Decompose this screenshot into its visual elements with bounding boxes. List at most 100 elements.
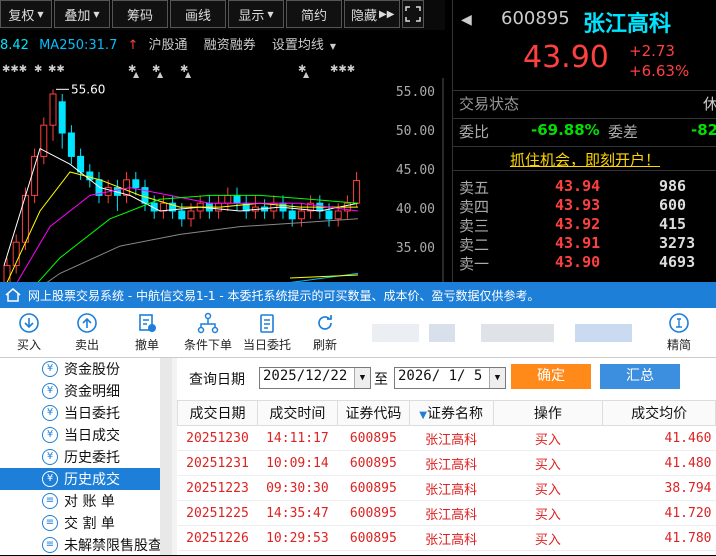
home-icon[interactable] <box>4 287 22 303</box>
draw-line-button[interactable]: 画线 <box>170 0 226 28</box>
column-header[interactable]: 证券代码 <box>336 400 410 426</box>
column-header[interactable]: 成交时间 <box>256 400 338 426</box>
sidebar-item[interactable]: ≡ 对 账 单 <box>0 490 171 512</box>
chevron-down-icon[interactable]: ▼ <box>489 368 505 388</box>
list-icon: ≡ <box>42 515 58 531</box>
yuan-icon: ¥ <box>42 471 58 487</box>
orderbook-level-label: 卖一 <box>459 255 490 273</box>
query-bar: 查询日期 2025/12/22 ▼ 至 2026/ 1/ 5 ▼ 确定 汇总 <box>177 358 716 400</box>
orderbook-price: 43.93 <box>555 196 601 214</box>
yuan-icon: ¥ <box>42 383 58 399</box>
sidebar-item[interactable]: ¥ 当日成交 <box>0 424 171 446</box>
sidebar-item[interactable]: ≡ 未解禁限售股查 <box>0 534 171 556</box>
buy-button[interactable]: 买入 <box>2 312 56 353</box>
table-cell: 张江高科 <box>409 525 494 551</box>
summary-button[interactable]: 汇总 <box>600 364 680 389</box>
cancel-order-button[interactable]: 撤单 <box>120 312 174 353</box>
trade-toolbar: 买入 卖出 撤单 条件下单 当日委托 刷新 精简 <box>0 308 716 358</box>
high-price-marker: 55.60 <box>71 82 105 96</box>
chips-button[interactable]: 筹码 <box>112 0 168 28</box>
refresh-icon <box>318 315 332 330</box>
column-header[interactable]: 成交均价 <box>602 400 716 426</box>
hide-button[interactable]: 隐藏 ▶▶ <box>344 0 400 28</box>
date-to-input[interactable]: 2026/ 1/ 5 ▼ <box>394 367 506 389</box>
display-button[interactable]: 显示 ▼ <box>228 0 284 28</box>
column-header[interactable]: 操作 <box>492 400 604 426</box>
overlay-button[interactable]: 叠加 ▼ <box>54 0 110 28</box>
sidebar-item[interactable]: ¥ 当日委托 <box>0 402 171 424</box>
ad-link[interactable]: 抓住机会，即刻开户！ <box>510 151 660 169</box>
buy-icon <box>19 313 39 333</box>
table-cell: 09:30:30 <box>257 475 338 501</box>
confirm-button[interactable]: 确定 <box>511 364 591 389</box>
column-header[interactable]: 成交日期 <box>177 400 258 426</box>
orderbook-level-label: 卖四 <box>459 198 490 216</box>
candlestick-chart[interactable]: 55.60 <box>0 78 445 282</box>
fuquan-button[interactable]: 复权 ▼ <box>0 0 52 28</box>
table-row[interactable]: 20251230 14:11:17 600895 张江高科 买入 41.460 <box>177 425 716 451</box>
price-tick-35: 35.00 <box>395 241 435 256</box>
prev-stock-icon[interactable]: ◀ <box>461 12 472 28</box>
table-row[interactable]: 20251223 09:30:30 600895 张江高科 买入 38.794 <box>177 475 716 501</box>
sidebar-item[interactable]: ¥ 历史委托 <box>0 446 171 468</box>
orderbook-level-label: 卖五 <box>459 179 490 197</box>
table-cell: 20251226 <box>177 525 258 551</box>
orderbook-level-label: 卖二 <box>459 236 490 254</box>
orderbook-volume: 3273 <box>659 234 696 252</box>
date-to-label: 至 <box>374 372 388 388</box>
table-cell: 41.720 <box>602 500 716 526</box>
orderbook-row[interactable]: 卖二 43.91 3273 <box>459 234 715 254</box>
list-icon: ≡ <box>42 537 58 553</box>
ma-indicator-line: 8.42 MA250:31.7 ↑ 沪股通 融资融券 设置均线 ▼ <box>0 34 348 56</box>
simple-button[interactable]: 简约 <box>286 0 342 28</box>
sidebar-item[interactable]: ≡ 交 割 单 <box>0 512 171 534</box>
trade-sidebar: ¥ 资金股份 ¥ 资金明细 ¥ 当日委托 ¥ 当日成交 ¥ 历史委托 ¥ 历史成交 ≡ 对 账 单 ≡ 交 割… <box>0 358 172 555</box>
kline-chart-area[interactable]: 复权 ▼ 叠加 ▼ 筹码 画线 显示 ▼ 简约 隐藏 ▶▶ 8.42 MA250:31.… <box>0 0 445 282</box>
date-from-input[interactable]: 2025/12/22 ▼ <box>259 367 371 389</box>
orderbook-row[interactable]: 卖四 43.93 600 <box>459 196 715 216</box>
orderbook-row[interactable]: 卖五 43.94 986 <box>459 177 715 197</box>
conditional-order-button[interactable]: 条件下单 <box>180 312 236 353</box>
svg-text:▲: ▲ <box>133 70 140 78</box>
price-change-pct: +6.63% <box>629 62 690 80</box>
trades-table: 成交日期 成交时间 证券代码 ▼证券名称 操作 成交均价 20251230 14:11:17… <box>177 400 716 551</box>
svg-text:✱✱✱: ✱✱✱ <box>2 64 27 75</box>
sidebar-item[interactable]: ¥ 历史成交 <box>0 468 171 490</box>
stock-name: 张江高科 <box>583 12 672 37</box>
today-orders-button[interactable]: 当日委托 <box>238 312 296 353</box>
table-row[interactable]: 20251225 14:35:47 600895 张江高科 买入 41.720 <box>177 500 716 526</box>
orderbook-volume: 415 <box>659 215 687 233</box>
table-row[interactable]: 20251226 10:29:53 600895 张江高科 买入 41.780 <box>177 525 716 551</box>
table-cell: 张江高科 <box>409 475 494 501</box>
tab-hugutong[interactable]: 沪股通 <box>149 38 188 53</box>
weibi-value: -69.88% <box>531 121 600 139</box>
table-cell: 41.460 <box>602 425 716 451</box>
tab-margin-trading[interactable]: 融资融券 <box>204 38 256 53</box>
query-date-label: 查询日期 <box>189 372 245 388</box>
sidebar-item[interactable]: ¥ 资金股份 <box>0 358 171 380</box>
tab-set-ma[interactable]: 设置均线 ▼ <box>272 38 342 53</box>
sell-button[interactable]: 卖出 <box>60 312 114 353</box>
open-account-ad[interactable]: 抓住机会，即刻开户！ <box>453 146 716 170</box>
column-header[interactable]: ▼证券名称 <box>408 400 494 426</box>
expand-icon[interactable] <box>402 0 424 28</box>
orderbook-price: 43.90 <box>555 253 601 271</box>
compact-button[interactable]: 精简 <box>652 312 706 353</box>
up-arrow-icon: ↑ <box>127 38 139 53</box>
orderbook-row[interactable]: 卖三 43.92 415 <box>459 215 715 235</box>
trade-status-value: 休 <box>703 95 716 113</box>
sidebar-scrollbar[interactable] <box>160 358 172 555</box>
trade-title-text: 网上股票交易系统 - 中航信交易1-1 - 本委托系统提示的可买数量、成本价、盈… <box>28 288 540 303</box>
table-row[interactable]: 20251231 10:09:14 600895 张江高科 买入 41.480 <box>177 450 716 476</box>
sidebar-item[interactable]: ¥ 资金明细 <box>0 380 171 402</box>
table-cell: 600895 <box>337 500 410 526</box>
chart-toolbar: 复权 ▼ 叠加 ▼ 筹码 画线 显示 ▼ 简约 隐藏 ▶▶ <box>0 0 445 30</box>
ma-value-partial: 8.42 <box>0 38 29 53</box>
sort-icon: ▼ <box>419 410 427 421</box>
orderbook-row[interactable]: 卖一 43.90 4693 <box>459 253 715 273</box>
refresh-button[interactable]: 刷新 <box>298 312 352 353</box>
table-cell: 20251231 <box>177 450 258 476</box>
chevron-down-icon[interactable]: ▼ <box>354 368 370 388</box>
price-change: +2.73 <box>629 42 675 60</box>
table-cell: 买入 <box>493 475 603 501</box>
